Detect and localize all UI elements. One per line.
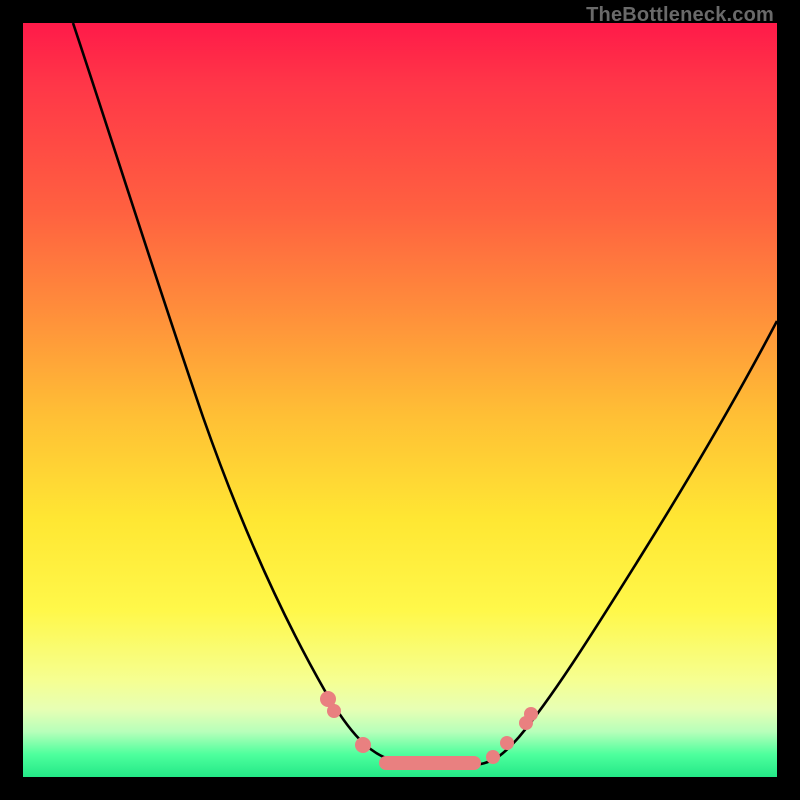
chart-frame: TheBottleneck.com — [0, 0, 800, 800]
marker-dot — [327, 704, 341, 718]
marker-bar — [379, 756, 481, 770]
curve-layer — [23, 23, 777, 777]
marker-dot — [486, 750, 500, 764]
watermark-text: TheBottleneck.com — [586, 4, 774, 27]
marker-dot — [524, 707, 538, 721]
marker-dot — [355, 737, 371, 753]
marker-dot — [500, 736, 514, 750]
plot-area — [23, 23, 777, 777]
bottleneck-curve — [73, 23, 777, 768]
